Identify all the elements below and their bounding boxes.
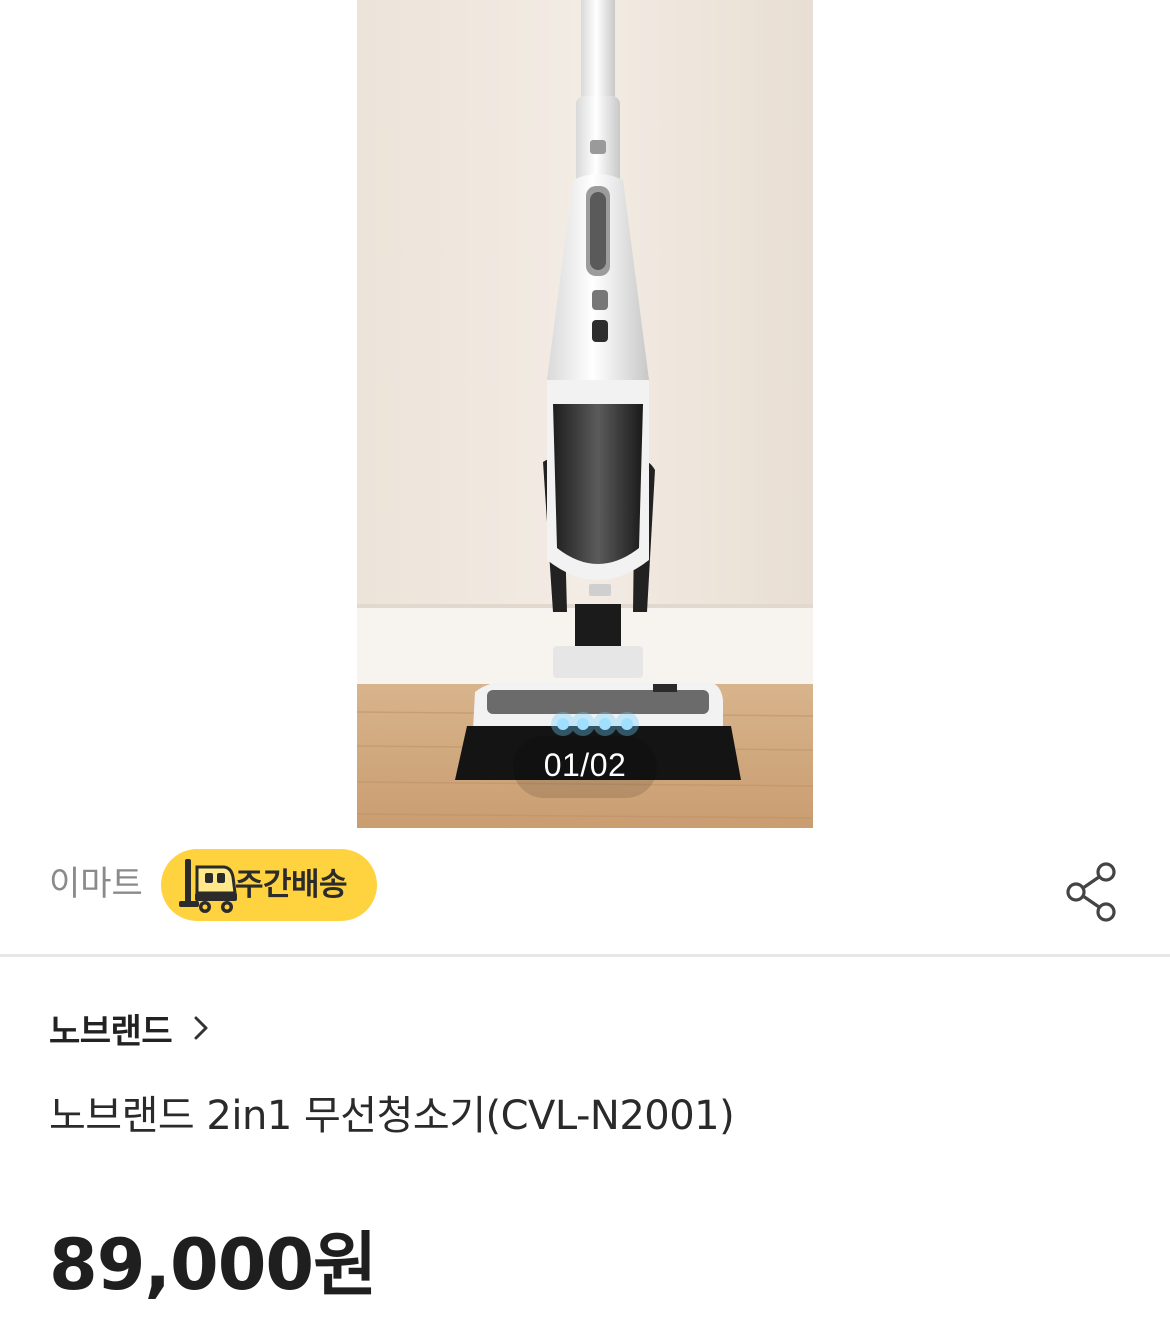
image-counter: 01/02	[513, 736, 657, 798]
product-image-gallery[interactable]: 01/02	[0, 0, 1170, 828]
truck-icon	[179, 859, 237, 913]
product-price: 89,000원	[49, 1224, 378, 1306]
brand-link[interactable]: 노브랜드	[49, 1004, 212, 1052]
delivery-badge: 주간배송	[161, 849, 377, 921]
chevron-right-icon	[194, 1016, 208, 1040]
seller-name[interactable]: 이마트	[49, 864, 143, 904]
share-icon[interactable]	[1062, 860, 1122, 924]
product-title: 노브랜드 2in1 무선청소기(CVL-N2001)	[49, 1093, 735, 1139]
section-divider	[0, 954, 1170, 957]
brand-name: 노브랜드	[49, 1011, 173, 1052]
delivery-badge-label: 주간배송	[235, 867, 348, 903]
seller-row: 이마트 주간배송	[0, 828, 1170, 954]
product-image[interactable]	[357, 0, 813, 828]
